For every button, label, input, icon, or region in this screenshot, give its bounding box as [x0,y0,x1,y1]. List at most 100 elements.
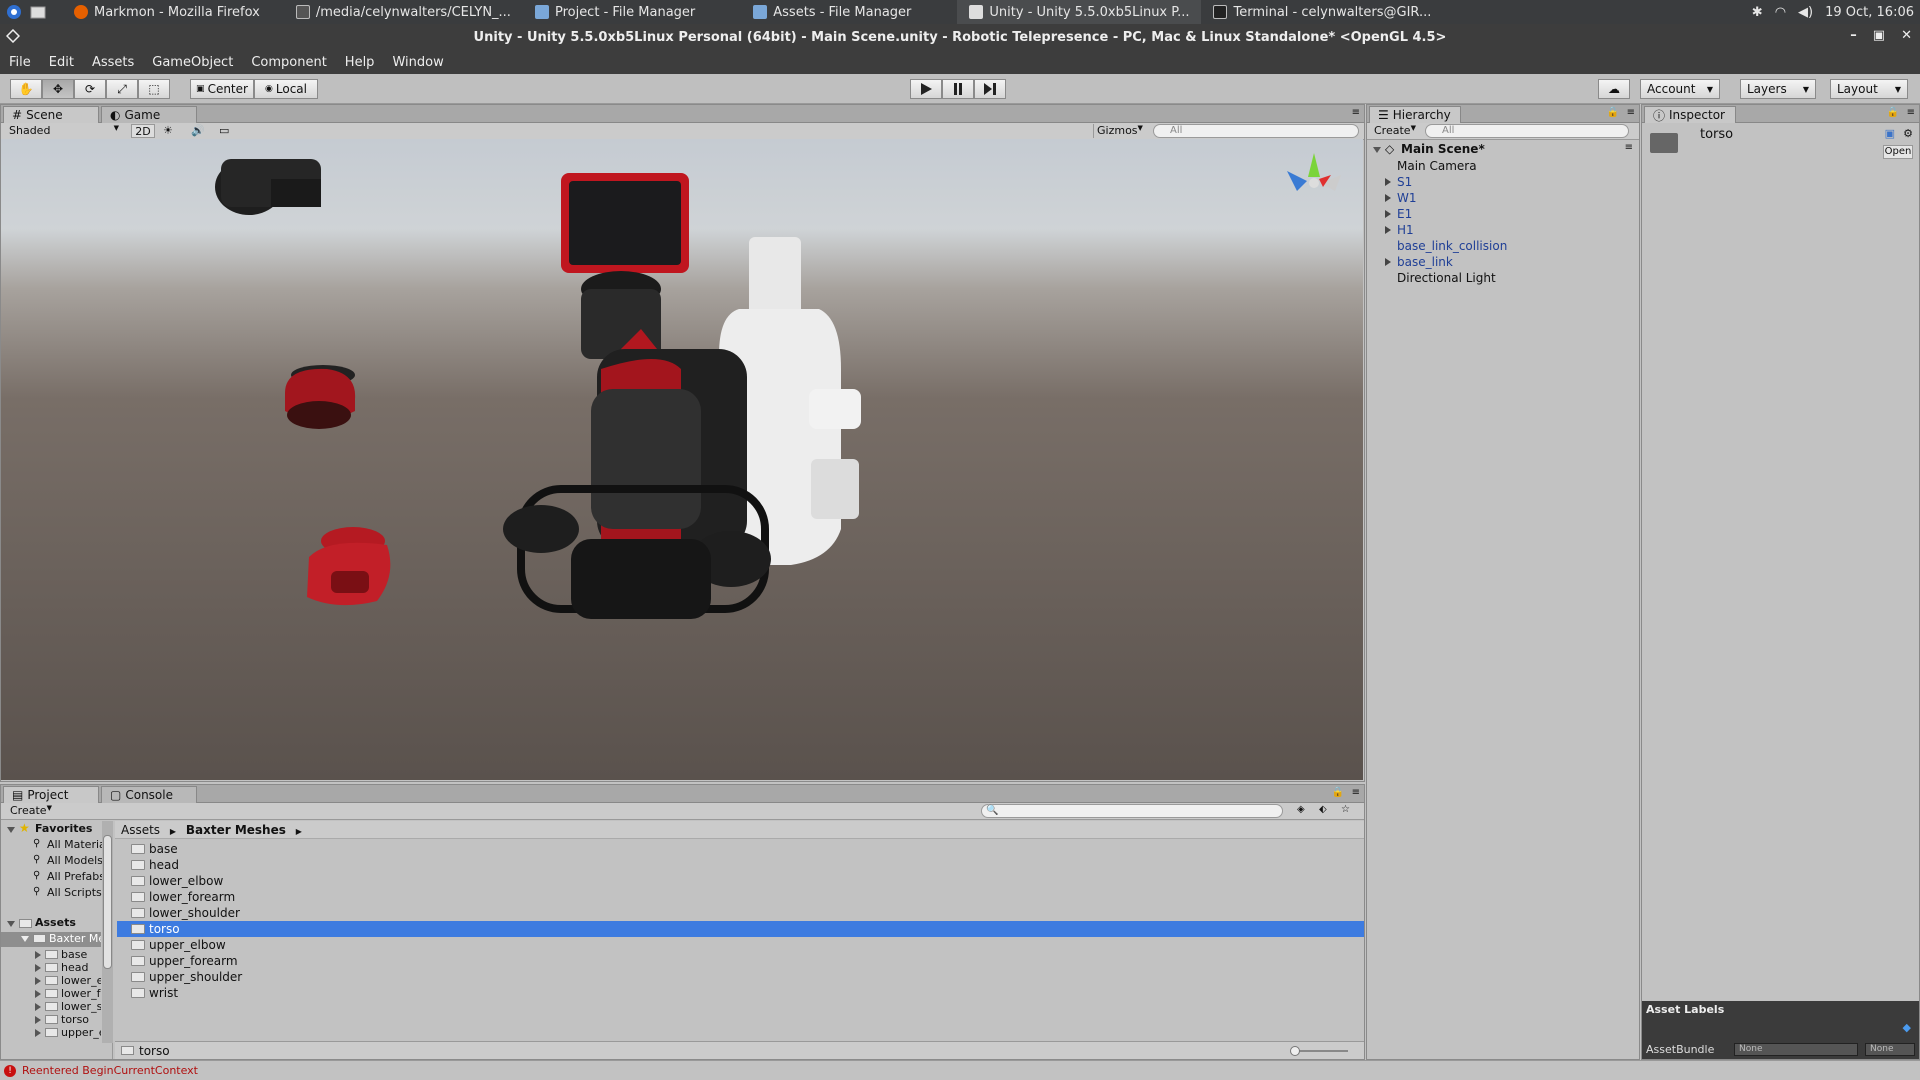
search-by-label-icon[interactable]: ⬖ [1319,804,1327,815]
lock-icon[interactable]: 🔒 [1607,107,1619,118]
expand-arrow-icon[interactable] [1385,258,1391,266]
expand-arrow-icon[interactable] [1385,210,1391,218]
rotate-tool-button[interactable]: ⟳ [74,79,106,99]
help-book-icon[interactable]: ▣ [1885,127,1895,140]
scene-search-input[interactable]: All [1153,124,1359,138]
pause-button[interactable] [942,79,974,99]
breadcrumb-baxter-meshes[interactable]: Baxter Meshes [186,823,286,837]
asset-variant-dropdown[interactable]: None [1865,1043,1915,1056]
task-assets-file-manager[interactable]: Assets - File Manager [741,0,923,24]
folder-row[interactable]: head [117,857,1364,873]
task-project-file-manager[interactable]: Project - File Manager [523,0,707,24]
icon-size-slider[interactable] [1290,1046,1348,1056]
rect-tool-button[interactable]: ⬚ [138,79,170,99]
folder-row[interactable]: upper_elbow [117,937,1364,953]
scene-viewport[interactable] [1,139,1363,780]
lighting-toggle-icon[interactable]: ☀ [163,124,173,137]
wifi-icon[interactable]: ◠ [1775,5,1786,20]
expand-arrow-icon[interactable] [1373,147,1381,153]
favorite-star-icon[interactable]: ☆ [1341,804,1350,815]
folder-row[interactable]: torso [117,921,1364,937]
pivot-local-toggle[interactable]: ◉ Local [254,79,318,99]
menu-component[interactable]: Component [242,55,335,70]
expand-arrow-icon[interactable] [1385,194,1391,202]
mesh-head-top-left[interactable] [215,159,321,215]
folder-row[interactable]: upper_shoulder [117,969,1364,985]
hierarchy-item[interactable]: base_link_collision [1397,238,1507,254]
menu-assets[interactable]: Assets [83,55,143,70]
layers-dropdown[interactable]: Layers ▼ [1740,79,1816,99]
folder-row[interactable]: base [117,841,1364,857]
expand-arrow-icon[interactable] [35,1029,41,1037]
folder-row[interactable]: upper_forearm [117,953,1364,969]
cloud-button[interactable]: ☁ [1598,79,1630,99]
hierarchy-item[interactable]: S1 [1397,174,1412,190]
panel-menu-icon[interactable]: ≡ [1352,107,1360,118]
project-create-dropdown[interactable]: Create ▼ [7,804,53,818]
tab-scene[interactable]: # Scene [3,106,99,123]
expand-arrow-icon[interactable] [1385,226,1391,234]
scene-orientation-gizmo[interactable] [1287,153,1341,191]
maximize-icon[interactable]: ▣ [1873,28,1885,43]
hand-tool-button[interactable]: ✋ [10,79,42,99]
slider-thumb[interactable] [1290,1046,1300,1056]
bluetooth-icon[interactable]: ✱ [1752,5,1763,20]
app-menu-icon[interactable] [4,2,24,22]
tab-inspector[interactable]: ⓘ Inspector [1644,106,1736,123]
unity-logo-icon[interactable] [5,28,21,47]
task-firefox[interactable]: Markmon - Mozilla Firefox [62,0,272,24]
favorites-header[interactable]: Favorites [35,822,92,835]
expand-arrow-icon[interactable] [7,827,15,833]
scene-root-item[interactable]: Main Scene* [1401,142,1485,156]
lock-icon[interactable]: 🔒 [1332,787,1344,798]
scene-menu-icon[interactable]: ≡ [1625,142,1633,153]
close-icon[interactable]: ✕ [1901,28,1912,43]
tree-item[interactable]: upper_elbow [61,1026,101,1039]
task-terminal[interactable]: Terminal - celynwalters@GIR... [1201,0,1443,24]
layout-dropdown[interactable]: Layout ▼ [1830,79,1908,99]
move-tool-button[interactable]: ✥ [42,79,74,99]
menu-window[interactable]: Window [383,55,452,70]
tag-icon[interactable]: ◆ [1903,1021,1911,1034]
hierarchy-item[interactable]: Directional Light [1397,270,1496,286]
tab-hierarchy[interactable]: ☰ Hierarchy [1369,106,1461,123]
open-button[interactable]: Open [1883,145,1913,159]
folder-row[interactable]: lower_shoulder [117,905,1364,921]
expand-arrow-icon[interactable] [1385,178,1391,186]
shading-mode-dropdown[interactable]: Shaded ▼ [5,124,123,138]
menu-gameobject[interactable]: GameObject [143,55,242,70]
asset-bundle-dropdown[interactable]: None [1734,1043,1858,1056]
panel-menu-icon[interactable]: ≡ [1352,787,1360,798]
menu-edit[interactable]: Edit [40,55,83,70]
panel-menu-icon[interactable]: ≡ [1627,107,1635,118]
step-button[interactable] [974,79,1006,99]
hierarchy-item[interactable]: Main Camera [1397,158,1477,174]
status-message[interactable]: Reentered BeginCurrentContext [22,1064,198,1077]
2d-toggle[interactable]: 2D [131,124,155,138]
hierarchy-item[interactable]: E1 [1397,206,1412,222]
task-media-folder[interactable]: /media/celynwalters/CELYN_... [284,0,523,24]
audio-toggle-icon[interactable]: 🔊 [191,124,205,137]
mesh-display-screen[interactable] [561,173,689,273]
menu-file[interactable]: File [0,55,40,70]
hierarchy-item[interactable]: H1 [1397,222,1414,238]
folder-row[interactable]: wrist [117,985,1364,1001]
project-search-input[interactable]: 🔍 [981,804,1283,818]
mesh-red-elbow[interactable] [285,365,356,429]
gizmos-dropdown[interactable]: Gizmos ▼ [1093,124,1145,138]
play-button[interactable] [910,79,942,99]
file-manager-launcher-icon[interactable] [28,2,48,22]
tab-console[interactable]: ▢ Console [101,786,197,803]
pivot-center-toggle[interactable]: ▣ Center [190,79,254,99]
mesh-red-forearm[interactable] [307,527,391,606]
hierarchy-item[interactable]: W1 [1397,190,1417,206]
hierarchy-create-dropdown[interactable]: Create ▼ [1371,124,1416,138]
volume-icon[interactable]: ◀) [1798,5,1813,20]
menu-help[interactable]: Help [336,55,384,70]
search-by-type-icon[interactable]: ◈ [1297,804,1305,815]
folder-row[interactable]: lower_elbow [117,873,1364,889]
effects-toggle-icon[interactable]: ▭ [219,124,229,137]
clock[interactable]: 19 Oct, 16:06 [1825,5,1914,20]
panel-menu-icon[interactable]: ≡ [1907,107,1915,118]
minimize-icon[interactable]: – [1850,28,1857,43]
